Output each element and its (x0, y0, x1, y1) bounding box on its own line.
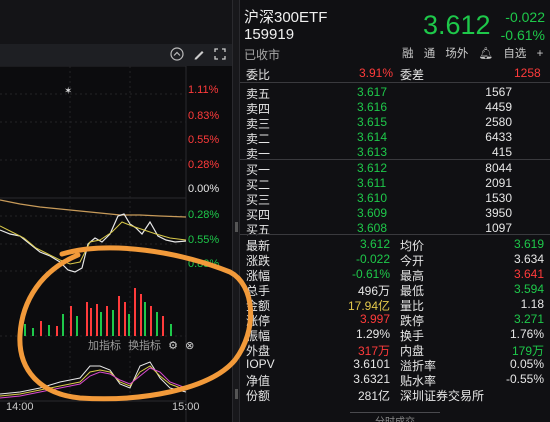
ask-row[interactable]: 卖一 3.613 415 (240, 144, 550, 161)
expand-icon[interactable] (212, 47, 228, 63)
close-circle-icon[interactable]: ⊗ (185, 340, 194, 352)
bid-row[interactable]: 买四 3.609 3950 (240, 205, 550, 222)
pct-axis-label: 1.11% (188, 84, 219, 96)
add-indicator-button[interactable]: 加指标 (88, 340, 121, 352)
ask-row[interactable]: 卖五 3.617 1567 (240, 84, 550, 101)
order-ratio-label: 委比 (246, 68, 271, 82)
ask-row[interactable]: 卖四 3.616 4459 (240, 99, 550, 116)
pen-icon[interactable] (191, 47, 207, 63)
splitter-grip[interactable] (235, 389, 238, 399)
ask-row[interactable]: 卖二 3.614 6433 (240, 129, 550, 146)
chart-toolbar (0, 44, 232, 66)
market-status: 已收市 (244, 48, 281, 62)
stats-row: 涨幅 -0.61% 最高 3.641 (246, 267, 544, 283)
security-code: 159919 (244, 26, 295, 43)
connect-tag[interactable]: 通 (424, 48, 436, 60)
bell-icon[interactable]: 🔔︎ (479, 48, 494, 60)
order-ratio-value: 3.91% (359, 66, 394, 80)
stats-row: 净值 3.6321 贴水率 -0.55% (246, 372, 544, 388)
order-diff-label: 委差 (400, 68, 425, 82)
time-axis-label: 14:00 (6, 401, 34, 413)
security-name: 沪深300ETF (244, 9, 328, 26)
time-axis-label: 15:00 (172, 401, 200, 413)
chart-header-strip (0, 0, 232, 44)
pct-axis-label: 0.83% (188, 258, 220, 270)
pct-axis-label: 0.28% (188, 209, 220, 221)
bid-row[interactable]: 买二 3.611 2091 (240, 175, 550, 192)
price-line (0, 213, 187, 273)
intraday-chart-pane[interactable]: ✶ 1.11% 0.83% 0.55% 0.28% 0.00% 0.28% 0.… (0, 0, 232, 422)
gear-icon[interactable]: ⚙ (168, 340, 178, 352)
star-marker-icon: ✶ (64, 86, 72, 97)
stats-row: 最新 3.612 均价 3.619 (246, 237, 544, 253)
plus-icon: + (533, 48, 544, 60)
stats-row: 涨跌 -0.022 今开 3.634 (246, 252, 544, 268)
order-diff-value: 1258 (514, 66, 541, 80)
pct-axis-label: 0.00% (188, 183, 220, 195)
tab-trade-ticks[interactable]: 分时成交 (350, 412, 440, 422)
price-change-pct: -0.61% (500, 27, 545, 43)
last-price: 3.612 (423, 10, 491, 40)
stats-row: 振幅 1.29% 换手 1.76% (246, 327, 544, 343)
price-change: -0.022 (505, 9, 545, 25)
divider (240, 234, 550, 235)
volume-bars (24, 288, 172, 336)
exchange-name: 深圳证券交易所 (400, 389, 485, 403)
chevron-up-circle-icon[interactable] (169, 47, 185, 63)
indicator-line-yellow (0, 365, 187, 397)
stats-row: 份额 281亿 深圳证券交易所 (246, 389, 485, 403)
stats-row: 金额 17.94亿 量比 1.18 (246, 297, 544, 313)
self-pick-button[interactable]: 自选 + (503, 48, 550, 60)
splitter-grip[interactable] (235, 222, 238, 232)
indicator-line-magenta (0, 367, 187, 399)
stats-row: 涨停 3.997 跌停 3.271 (246, 312, 544, 328)
stats-row: 外盘 317万 内盘 179万 (246, 344, 544, 358)
average-price-line (0, 199, 187, 218)
bid-row[interactable]: 买三 3.610 1530 (240, 190, 550, 207)
otc-tag[interactable]: 场外 (445, 48, 468, 60)
margin-tag[interactable]: 融 (402, 48, 414, 60)
indicator-line-white (0, 361, 187, 395)
pct-axis-label: 0.28% (188, 159, 220, 171)
pct-axis-label: 0.55% (188, 134, 220, 146)
pct-axis-label: 0.83% (188, 110, 220, 122)
divider (240, 82, 550, 83)
quote-panel: 沪深300ETF 159919 3.612 -0.022 -0.61% 已收市 … (240, 0, 550, 422)
pane-splitter[interactable] (232, 0, 240, 422)
ask-row[interactable]: 卖三 3.615 2580 (240, 114, 550, 131)
stats-row: IOPV 3.6101 溢折率 0.05% (246, 357, 544, 373)
bid-row[interactable]: 买一 3.612 8044 (240, 160, 550, 177)
indicator-bar: 加指标 换指标 ⚙ ⊗ (88, 337, 198, 353)
order-ratio-row: 委比 3.91% 委差 1258 (240, 65, 550, 82)
switch-indicator-button[interactable]: 换指标 (128, 340, 161, 352)
pct-axis-label: 0.55% (188, 234, 220, 246)
tag-bar: 融 通 场外 🔔︎ 自选 + ≡ (402, 45, 550, 61)
stats-row: 总手 496万 最低 3.594 (246, 282, 544, 298)
